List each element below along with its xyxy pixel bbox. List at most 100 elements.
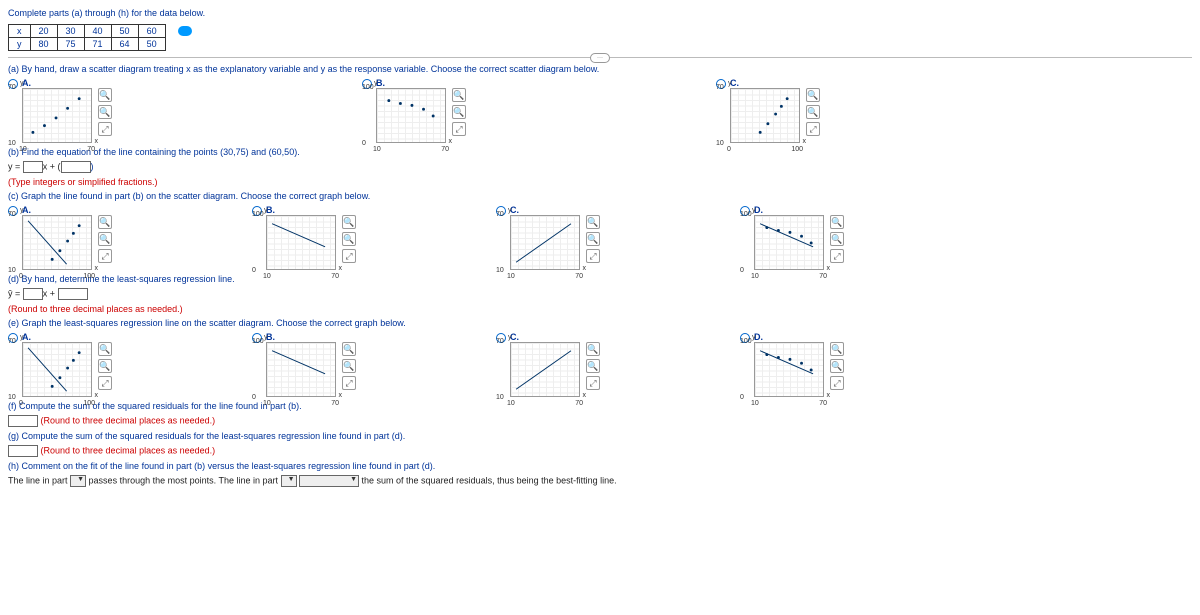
x-axis-label: x xyxy=(583,392,587,399)
popout-icon[interactable]: ⤢ xyxy=(830,376,844,390)
slope-input[interactable] xyxy=(23,288,43,300)
choice-c[interactable]: C. yx 70101070 🔍🔍⤢ xyxy=(496,205,600,270)
dropdown-3[interactable] xyxy=(299,475,359,487)
zoom-out-icon[interactable]: 🔍 xyxy=(586,232,600,246)
dropdown-1[interactable] xyxy=(70,475,86,487)
zoom-in-icon[interactable]: 🔍 xyxy=(98,342,112,356)
cell: 71 xyxy=(84,38,111,51)
y-axis-label: y xyxy=(728,80,732,87)
part-f-prompt: (f) Compute the sum of the squared resid… xyxy=(8,401,1192,411)
intercept-input[interactable] xyxy=(58,288,88,300)
zoom-out-icon[interactable]: 🔍 xyxy=(98,232,112,246)
x-axis-label: x xyxy=(827,265,831,272)
text: the sum of the squared residuals, thus b… xyxy=(359,475,617,485)
thumbnail-d: yx 10001070 xyxy=(754,342,824,397)
thumbnail-b: yx 10001070 xyxy=(266,215,336,270)
tick: 0 xyxy=(252,267,256,274)
y-axis-label: y xyxy=(20,207,24,214)
x-axis-label: x xyxy=(339,392,343,399)
zoom-in-icon[interactable]: 🔍 xyxy=(806,88,820,102)
zoom-in-icon[interactable]: 🔍 xyxy=(586,215,600,229)
zoom-out-icon[interactable]: 🔍 xyxy=(452,105,466,119)
tick: 0 xyxy=(740,394,744,401)
part-d-prompt: (d) By hand, determine the least-squares… xyxy=(8,274,1192,284)
thumbnail-c: y x 70 10 0 100 xyxy=(730,88,800,143)
zoom-out-icon[interactable]: 🔍 xyxy=(98,359,112,373)
choice-c[interactable]: C. yx 70101070 🔍🔍⤢ xyxy=(496,332,600,397)
divider: ··· xyxy=(8,57,1192,58)
zoom-in-icon[interactable]: 🔍 xyxy=(342,342,356,356)
part-d-hint: (Round to three decimal places as needed… xyxy=(8,304,1192,314)
zoom-out-icon[interactable]: 🔍 xyxy=(98,105,112,119)
zoom-in-icon[interactable]: 🔍 xyxy=(586,342,600,356)
tick: 70 xyxy=(575,400,583,407)
slope-input[interactable] xyxy=(23,161,43,173)
choice-a[interactable]: A. yx 70100100 🔍🔍⤢ xyxy=(8,332,112,397)
copy-icon[interactable] xyxy=(178,26,192,36)
zoom-in-icon[interactable]: 🔍 xyxy=(830,215,844,229)
zoom-in-icon[interactable]: 🔍 xyxy=(830,342,844,356)
cell: 20 xyxy=(30,25,57,38)
popout-icon[interactable]: ⤢ xyxy=(342,249,356,263)
choice-a[interactable]: A. yx 70100100 🔍🔍⤢ xyxy=(8,205,112,270)
tick: 10 xyxy=(263,273,271,280)
popout-icon[interactable]: ⤢ xyxy=(830,249,844,263)
popout-icon[interactable]: ⤢ xyxy=(806,122,820,136)
tick: 100 xyxy=(83,400,95,407)
zoom-in-icon[interactable]: 🔍 xyxy=(98,88,112,102)
zoom-out-icon[interactable]: 🔍 xyxy=(342,359,356,373)
part-b-prompt: (b) Find the equation of the line contai… xyxy=(8,147,1192,157)
popout-icon[interactable]: ⤢ xyxy=(342,376,356,390)
choice-c[interactable]: C. y x 70 10 0 100 🔍 🔍 ⤢ xyxy=(716,78,820,143)
tick: 10 xyxy=(751,273,759,280)
choice-d[interactable]: D. yx 10001070 🔍🔍⤢ xyxy=(740,332,844,397)
x-axis-label: x xyxy=(95,265,99,272)
zoom-out-icon[interactable]: 🔍 xyxy=(806,105,820,119)
intercept-input[interactable] xyxy=(61,161,91,173)
popout-icon[interactable]: ⤢ xyxy=(98,122,112,136)
zoom-out-icon[interactable]: 🔍 xyxy=(830,232,844,246)
part-e-choices: A. yx 70100100 🔍🔍⤢ B. yx 10001070 🔍🔍⤢ C.… xyxy=(8,332,1192,397)
tick: 70 xyxy=(8,211,16,218)
popout-icon[interactable]: ⤢ xyxy=(98,376,112,390)
part-b-equation: y = x + () xyxy=(8,161,1192,173)
zoom-out-icon[interactable]: 🔍 xyxy=(830,359,844,373)
tick: 0 xyxy=(727,146,731,153)
zoom-out-icon[interactable]: 🔍 xyxy=(586,359,600,373)
part-g-answer: (Round to three decimal places as needed… xyxy=(8,445,1192,457)
zoom-in-icon[interactable]: 🔍 xyxy=(342,215,356,229)
y-axis-label: y xyxy=(374,80,378,87)
answer-input[interactable] xyxy=(8,415,38,427)
zoom-out-icon[interactable]: 🔍 xyxy=(342,232,356,246)
text: passes through the most points. The line… xyxy=(86,475,280,485)
choice-b[interactable]: B. y x 100 0 10 70 🔍 🔍 ⤢ xyxy=(362,78,466,143)
choice-b[interactable]: B. yx 10001070 🔍🔍⤢ xyxy=(252,332,356,397)
popout-icon[interactable]: ⤢ xyxy=(452,122,466,136)
popout-icon[interactable]: ⤢ xyxy=(586,249,600,263)
popout-icon[interactable]: ⤢ xyxy=(98,249,112,263)
choice-a[interactable]: A. y x 70 10 10 70 🔍 🔍 ⤢ xyxy=(8,78,112,143)
zoom-in-icon[interactable]: 🔍 xyxy=(98,215,112,229)
choice-d[interactable]: D. yx 10001070 🔍🔍⤢ xyxy=(740,205,844,270)
tick: 100 xyxy=(740,338,752,345)
tick: 10 xyxy=(507,400,515,407)
tick: 100 xyxy=(362,84,374,91)
thumbnail-c: yx 70101070 xyxy=(510,215,580,270)
choice-b[interactable]: B. yx 10001070 🔍🔍⤢ xyxy=(252,205,356,270)
answer-input[interactable] xyxy=(8,445,38,457)
part-e-prompt: (e) Graph the least-squares regression l… xyxy=(8,318,1192,328)
tick: 10 xyxy=(716,140,724,147)
tick: 10 xyxy=(8,267,16,274)
tick: 10 xyxy=(8,140,16,147)
dropdown-2[interactable] xyxy=(281,475,297,487)
cell: 60 xyxy=(138,25,165,38)
popout-icon[interactable]: ⤢ xyxy=(586,376,600,390)
part-g-prompt: (g) Compute the sum of the squared resid… xyxy=(8,431,1192,441)
zoom-in-icon[interactable]: 🔍 xyxy=(452,88,466,102)
collapse-icon[interactable]: ··· xyxy=(590,53,610,63)
cell: 80 xyxy=(30,38,57,51)
part-h-sentence: The line in part passes through the most… xyxy=(8,475,1192,487)
cell: 50 xyxy=(138,38,165,51)
tick: 10 xyxy=(19,146,27,153)
tick: 70 xyxy=(819,273,827,280)
